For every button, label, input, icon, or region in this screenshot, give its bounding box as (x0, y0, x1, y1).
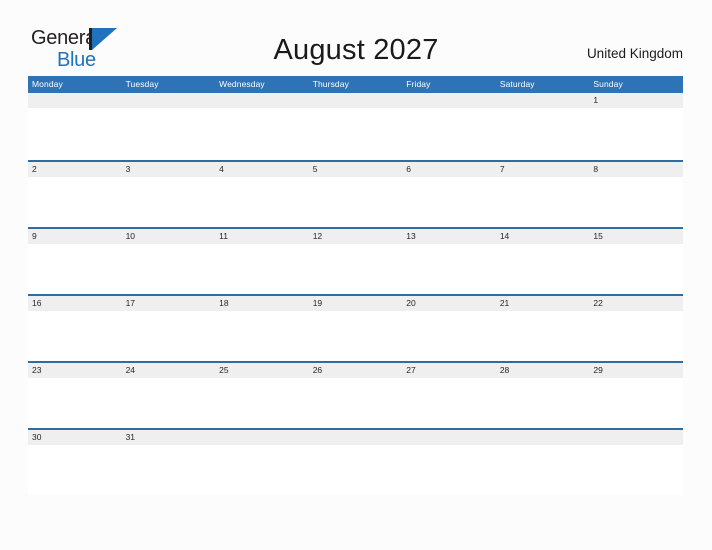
day-cell[interactable]: 20 (402, 296, 496, 311)
week-row: 23 24 25 26 27 28 29 (28, 361, 683, 428)
day-cell[interactable] (496, 93, 590, 108)
week-note-area[interactable] (28, 244, 683, 294)
week-row: 9 10 11 12 13 14 15 (28, 227, 683, 294)
day-cell[interactable]: 9 (28, 229, 122, 244)
week-row: 1 (28, 93, 683, 160)
week-row: 2 3 4 5 6 7 8 (28, 160, 683, 227)
day-header-friday: Friday (406, 79, 431, 89)
week-date-strip: 16 17 18 19 20 21 22 (28, 296, 683, 311)
day-cell[interactable]: 13 (402, 229, 496, 244)
day-cell[interactable] (589, 430, 683, 445)
day-cell[interactable]: 29 (589, 363, 683, 378)
week-date-strip: 23 24 25 26 27 28 29 (28, 363, 683, 378)
day-cell[interactable]: 27 (402, 363, 496, 378)
week-date-strip: 30 31 (28, 430, 683, 445)
week-note-area[interactable] (28, 177, 683, 227)
day-cell[interactable]: 25 (215, 363, 309, 378)
day-cell[interactable]: 10 (122, 229, 216, 244)
day-cell[interactable]: 19 (309, 296, 403, 311)
day-cell[interactable]: 3 (122, 162, 216, 177)
day-cell[interactable] (402, 430, 496, 445)
region-label: United Kingdom (586, 46, 683, 61)
week-date-strip: 1 (28, 93, 683, 108)
day-cell[interactable]: 28 (496, 363, 590, 378)
day-header-wednesday: Wednesday (219, 79, 265, 89)
calendar-page: General Blue August 2027 United Kingdom … (0, 0, 712, 550)
day-header-monday: Monday (32, 79, 63, 89)
day-header-saturday: Saturday (499, 79, 535, 89)
calendar-grid: Monday Tuesday Wednesday Thursday Friday… (28, 76, 683, 495)
day-cell[interactable]: 11 (215, 229, 309, 244)
week-note-area[interactable] (28, 108, 683, 158)
day-cell[interactable]: 26 (309, 363, 403, 378)
week-date-strip: 9 10 11 12 13 14 15 (28, 229, 683, 244)
day-cell[interactable]: 18 (215, 296, 309, 311)
day-cell[interactable] (215, 430, 309, 445)
day-cell[interactable] (122, 93, 216, 108)
week-row: 16 17 18 19 20 21 22 (28, 294, 683, 361)
day-cell[interactable]: 5 (309, 162, 403, 177)
day-cell[interactable]: 21 (496, 296, 590, 311)
day-cell[interactable]: 6 (402, 162, 496, 177)
day-header-thursday: Thursday (312, 79, 349, 89)
day-cell[interactable]: 14 (496, 229, 590, 244)
day-header-sunday: Sunday (593, 79, 623, 89)
page-header: General Blue August 2027 United Kingdom (0, 0, 712, 76)
day-cell[interactable] (215, 93, 309, 108)
day-cell[interactable]: 17 (122, 296, 216, 311)
day-cell[interactable]: 23 (28, 363, 122, 378)
day-cell[interactable] (496, 430, 590, 445)
day-header-tuesday: Tuesday (125, 79, 159, 89)
week-row: 30 31 (28, 428, 683, 495)
week-note-area[interactable] (28, 445, 683, 495)
week-note-area[interactable] (28, 311, 683, 361)
day-cell[interactable]: 2 (28, 162, 122, 177)
day-cell[interactable]: 22 (589, 296, 683, 311)
day-cell[interactable]: 31 (122, 430, 216, 445)
day-cell[interactable]: 15 (589, 229, 683, 244)
day-cell[interactable] (309, 430, 403, 445)
day-cell[interactable]: 7 (496, 162, 590, 177)
day-cell[interactable]: 12 (309, 229, 403, 244)
day-cell[interactable] (309, 93, 403, 108)
day-cell[interactable]: 1 (589, 93, 683, 108)
day-cell[interactable]: 4 (215, 162, 309, 177)
day-cell[interactable] (402, 93, 496, 108)
day-cell[interactable] (28, 93, 122, 108)
week-date-strip: 2 3 4 5 6 7 8 (28, 162, 683, 177)
day-cell[interactable]: 8 (589, 162, 683, 177)
week-note-area[interactable] (28, 378, 683, 428)
day-cell[interactable]: 24 (122, 363, 216, 378)
day-cell[interactable]: 16 (28, 296, 122, 311)
day-of-week-header-row: Monday Tuesday Wednesday Thursday Friday… (28, 76, 683, 93)
day-cell[interactable]: 30 (28, 430, 122, 445)
